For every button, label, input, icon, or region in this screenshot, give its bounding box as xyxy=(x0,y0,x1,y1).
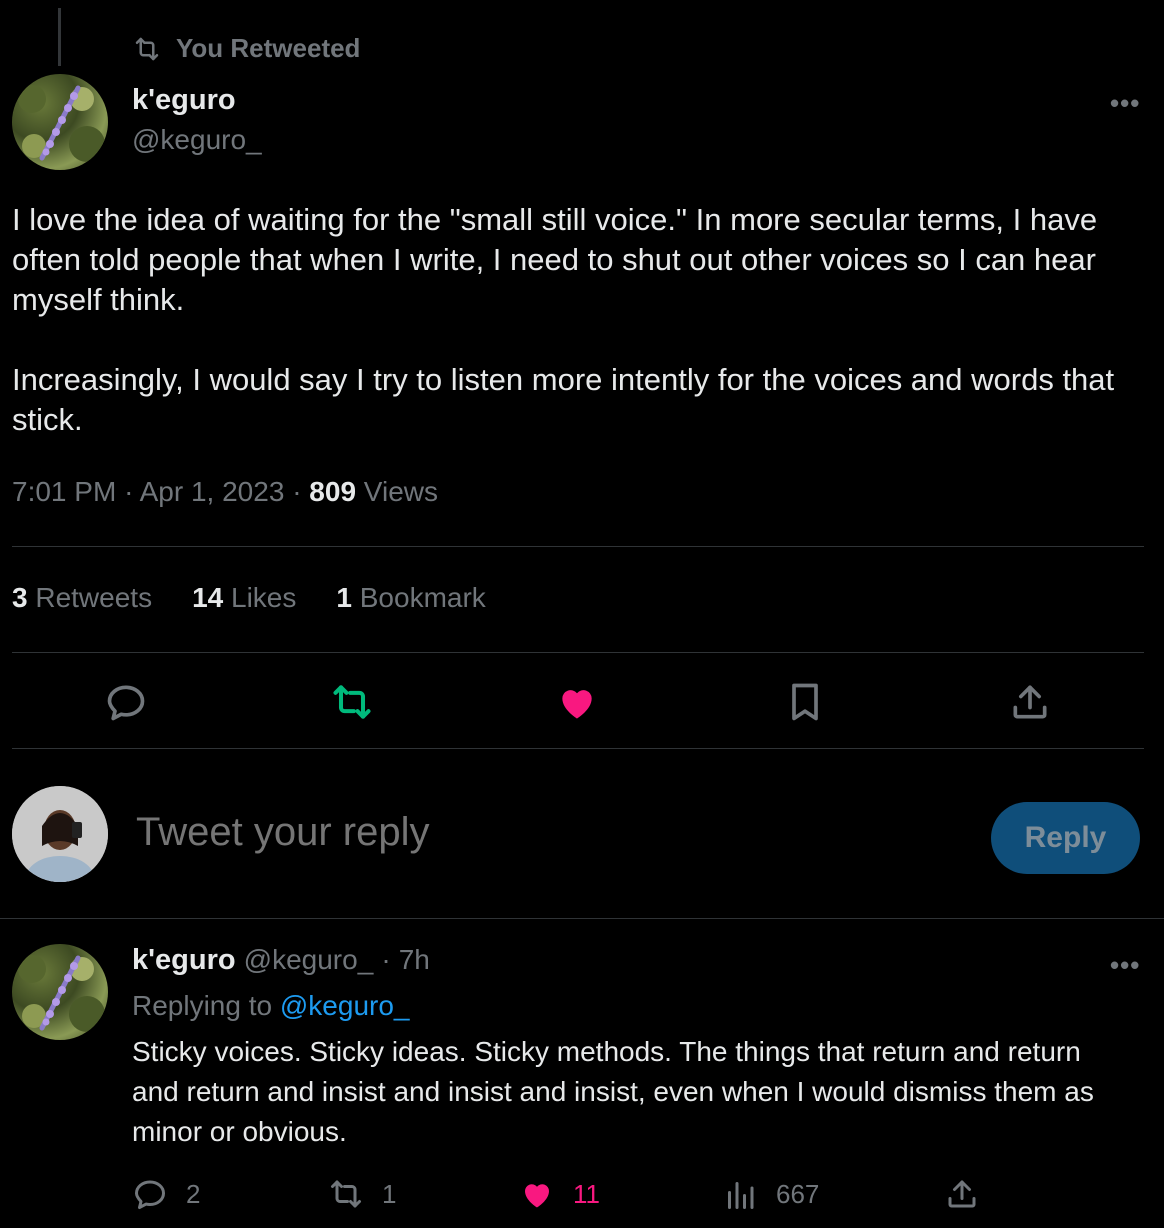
retweets-stat[interactable]: 3 Retweets xyxy=(12,582,152,614)
replying-to-label: Replying to xyxy=(132,990,273,1021)
retweet-header: You Retweeted xyxy=(132,33,360,64)
tweet-time[interactable]: 7:01 PM xyxy=(12,476,116,507)
share-icon xyxy=(944,1176,980,1212)
retweet-count: 1 xyxy=(382,1178,397,1209)
author-avatar[interactable] xyxy=(12,74,108,170)
retweet-small-icon xyxy=(132,34,162,64)
tweet-meta: 7:01 PM · Apr 1, 2023 · 809 Views xyxy=(12,476,438,508)
reply-reply-action[interactable]: 2 xyxy=(132,1176,200,1212)
tweet-date[interactable]: Apr 1, 2023 xyxy=(140,476,285,507)
views-count: 809 xyxy=(309,476,357,507)
divider xyxy=(12,652,1144,653)
author-handle[interactable]: @keguro_ xyxy=(132,124,262,156)
retweet-icon xyxy=(328,1176,364,1212)
reply-views-action[interactable]: 667 xyxy=(722,1176,819,1212)
divider xyxy=(12,546,1144,547)
reply-button[interactable]: Reply xyxy=(991,802,1140,874)
heart-icon[interactable] xyxy=(555,680,599,724)
reply-age[interactable]: 7h xyxy=(399,944,430,975)
reply-share-action[interactable] xyxy=(944,1176,980,1212)
views-icon xyxy=(722,1176,758,1212)
meta-separator: · xyxy=(124,476,134,507)
reply-author-name[interactable]: k'eguro xyxy=(132,944,236,976)
reply-like-action[interactable]: 11 xyxy=(519,1176,600,1212)
reply-dot: · xyxy=(381,944,391,975)
reply-author-handle[interactable]: @keguro_ xyxy=(244,944,374,975)
retweet-icon[interactable] xyxy=(330,680,374,724)
reply-input[interactable] xyxy=(136,810,936,855)
views-count: 667 xyxy=(776,1178,820,1209)
divider xyxy=(12,748,1144,749)
bookmarks-count: 1 xyxy=(336,582,352,613)
reply-header: k'eguro @keguro_ · 7h xyxy=(132,944,430,977)
bookmarks-label: Bookmark xyxy=(359,582,486,613)
more-options-icon[interactable]: ••• xyxy=(1110,88,1140,119)
tweet-text: I love the idea of waiting for the "smal… xyxy=(12,200,1152,480)
heart-icon xyxy=(519,1176,555,1212)
views-label: Views xyxy=(363,476,438,507)
retweets-label: Retweets xyxy=(35,582,153,613)
replying-to: Replying to @keguro_ xyxy=(132,990,409,1022)
meta-separator: · xyxy=(292,476,302,507)
reply-count: 2 xyxy=(186,1178,201,1209)
tweet-stats: 3 Retweets 14 Likes 1 Bookmark xyxy=(12,582,486,614)
divider xyxy=(0,918,1164,919)
retweet-header-label: You Retweeted xyxy=(176,33,361,63)
reply-more-options-icon[interactable]: ••• xyxy=(1110,950,1140,981)
replying-to-handle[interactable]: @keguro_ xyxy=(280,990,410,1021)
reply-author-avatar[interactable] xyxy=(12,944,108,1040)
current-user-avatar[interactable] xyxy=(12,786,108,882)
reply-retweet-action[interactable]: 1 xyxy=(328,1176,396,1212)
retweets-count: 3 xyxy=(12,582,28,613)
reply-icon xyxy=(132,1176,168,1212)
bookmarks-stat[interactable]: 1 Bookmark xyxy=(336,582,485,614)
reply-icon[interactable] xyxy=(104,680,148,724)
author-name[interactable]: k'eguro xyxy=(132,84,236,117)
bookmark-icon[interactable] xyxy=(783,680,827,724)
likes-label: Likes xyxy=(231,582,297,613)
tweet-paragraph: Increasingly, I would say I try to liste… xyxy=(12,362,1115,437)
likes-count: 14 xyxy=(192,582,224,613)
reply-text: Sticky voices. Sticky ideas. Sticky meth… xyxy=(132,1036,1094,1147)
share-icon[interactable] xyxy=(1008,680,1052,724)
thread-connector-line xyxy=(58,8,61,66)
tweet-paragraph: I love the idea of waiting for the "smal… xyxy=(12,202,1098,317)
like-count: 11 xyxy=(573,1178,600,1209)
likes-stat[interactable]: 14 Likes xyxy=(192,582,296,614)
